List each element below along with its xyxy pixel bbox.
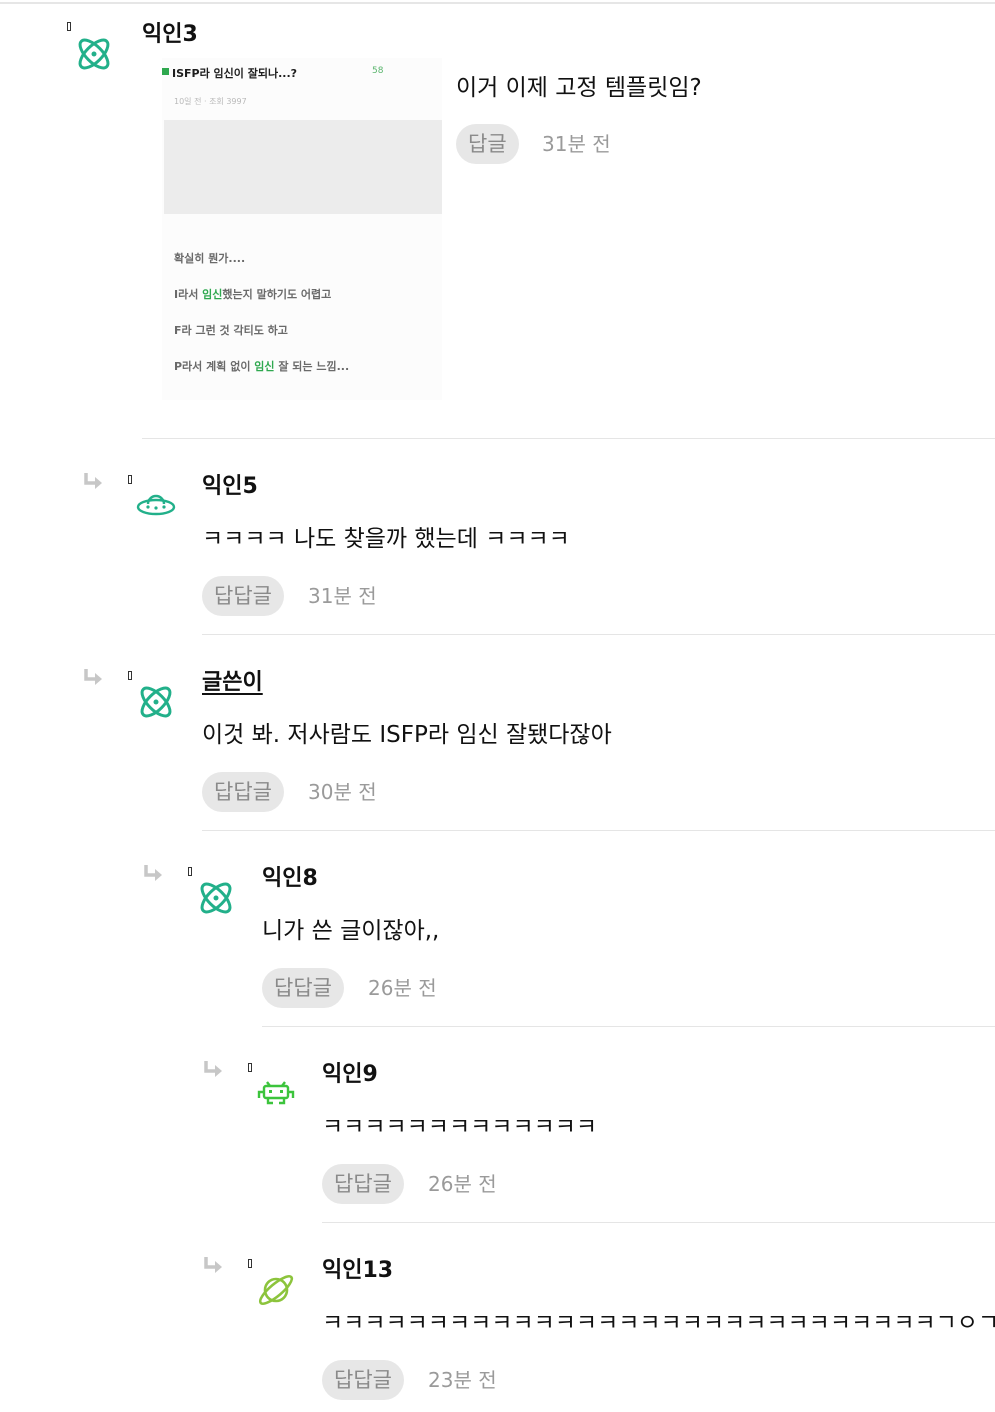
comment-time: 31분 전 bbox=[308, 584, 377, 608]
comment-nickname[interactable]: 익인9 bbox=[322, 1062, 378, 1088]
comment-time: 23분 전 bbox=[428, 1368, 497, 1392]
attachment-image-placeholder bbox=[164, 120, 442, 214]
reply-arrow-icon bbox=[204, 1061, 222, 1077]
space-invader-icon bbox=[257, 1081, 295, 1105]
reply-button[interactable]: 답글 bbox=[456, 124, 519, 164]
top-divider bbox=[0, 2, 995, 4]
reply-button[interactable]: 답답글 bbox=[322, 1164, 404, 1204]
attachment-comment-count: 58 bbox=[372, 66, 384, 76]
level-badge bbox=[128, 671, 132, 680]
author-nickname[interactable]: 글쓴이 bbox=[202, 670, 263, 696]
comment-divider bbox=[322, 1222, 995, 1223]
attached-image[interactable]: ISFP라 임신이 잘되나...? 58 10일 전 · 조회 3997 확실히… bbox=[162, 58, 442, 400]
reply-button[interactable]: 답답글 bbox=[202, 772, 284, 812]
reply-arrow-icon bbox=[144, 865, 162, 881]
comment-divider bbox=[262, 1026, 995, 1027]
comment-time: 31분 전 bbox=[542, 132, 611, 156]
comment-nickname[interactable]: 익인5 bbox=[202, 474, 258, 500]
comment-divider bbox=[202, 634, 995, 635]
reply-button[interactable]: 답답글 bbox=[322, 1360, 404, 1400]
board-icon bbox=[162, 68, 169, 75]
comment-text: ㅋㅋㅋㅋㅋㅋㅋㅋㅋㅋㅋㅋㅋㅋㅋㅋㅋㅋㅋㅋㅋㅋㅋㅋㅋㅋㅋㅋㅋㄱㅇㄱ bbox=[322, 1310, 995, 1336]
atom-icon bbox=[140, 686, 172, 718]
level-badge bbox=[188, 867, 192, 876]
comment-text: 이거 이제 고정 템플릿임? bbox=[456, 75, 702, 101]
comment-divider bbox=[142, 438, 995, 439]
reply-arrow-icon bbox=[204, 1257, 222, 1273]
level-badge bbox=[128, 475, 132, 484]
reply-arrow-icon bbox=[84, 669, 102, 685]
atom-icon bbox=[200, 882, 232, 914]
reply-button[interactable]: 답답글 bbox=[202, 576, 284, 616]
comment-divider bbox=[202, 830, 995, 831]
atom-icon bbox=[78, 38, 110, 70]
comment-nickname[interactable]: 익인3 bbox=[142, 22, 198, 48]
reply-button[interactable]: 답답글 bbox=[262, 968, 344, 1008]
level-badge bbox=[248, 1063, 252, 1072]
level-badge bbox=[248, 1259, 252, 1268]
comment-nickname[interactable]: 익인13 bbox=[322, 1258, 393, 1284]
comment-text: ㅋㅋㅋㅋ 나도 찾을까 했는데 ㅋㅋㅋㅋ bbox=[202, 526, 570, 552]
comment-time: 26분 전 bbox=[428, 1172, 497, 1196]
attachment-meta: 10일 전 · 조회 3997 bbox=[174, 97, 247, 106]
attachment-line: P라서 계획 없이 임신 잘 되는 느낌... bbox=[174, 360, 350, 373]
comment-nickname[interactable]: 익인8 bbox=[262, 866, 318, 892]
comment-text: ㅋㅋㅋㅋㅋㅋㅋㅋㅋㅋㅋㅋㅋ bbox=[322, 1114, 598, 1140]
attachment-line: 확실히 뭔가.... bbox=[174, 252, 246, 265]
reply-arrow-icon bbox=[84, 473, 102, 489]
attachment-line: F라 그런 것 각티도 하고 bbox=[174, 324, 288, 337]
attachment-line: I라서 임신했는지 말하기도 어렵고 bbox=[174, 288, 332, 301]
comment-time: 30분 전 bbox=[308, 780, 377, 804]
attachment-title: ISFP라 임신이 잘되나...? bbox=[172, 67, 298, 80]
comment-text: 이것 봐. 저사람도 ISFP라 임신 잘됐다잖아 bbox=[202, 722, 612, 748]
level-badge bbox=[67, 22, 71, 31]
ufo-icon bbox=[136, 494, 176, 516]
comment-text: 니가 쓴 글이잖아,, bbox=[262, 918, 440, 944]
comment-time: 26분 전 bbox=[368, 976, 437, 1000]
planet-icon bbox=[258, 1275, 294, 1305]
